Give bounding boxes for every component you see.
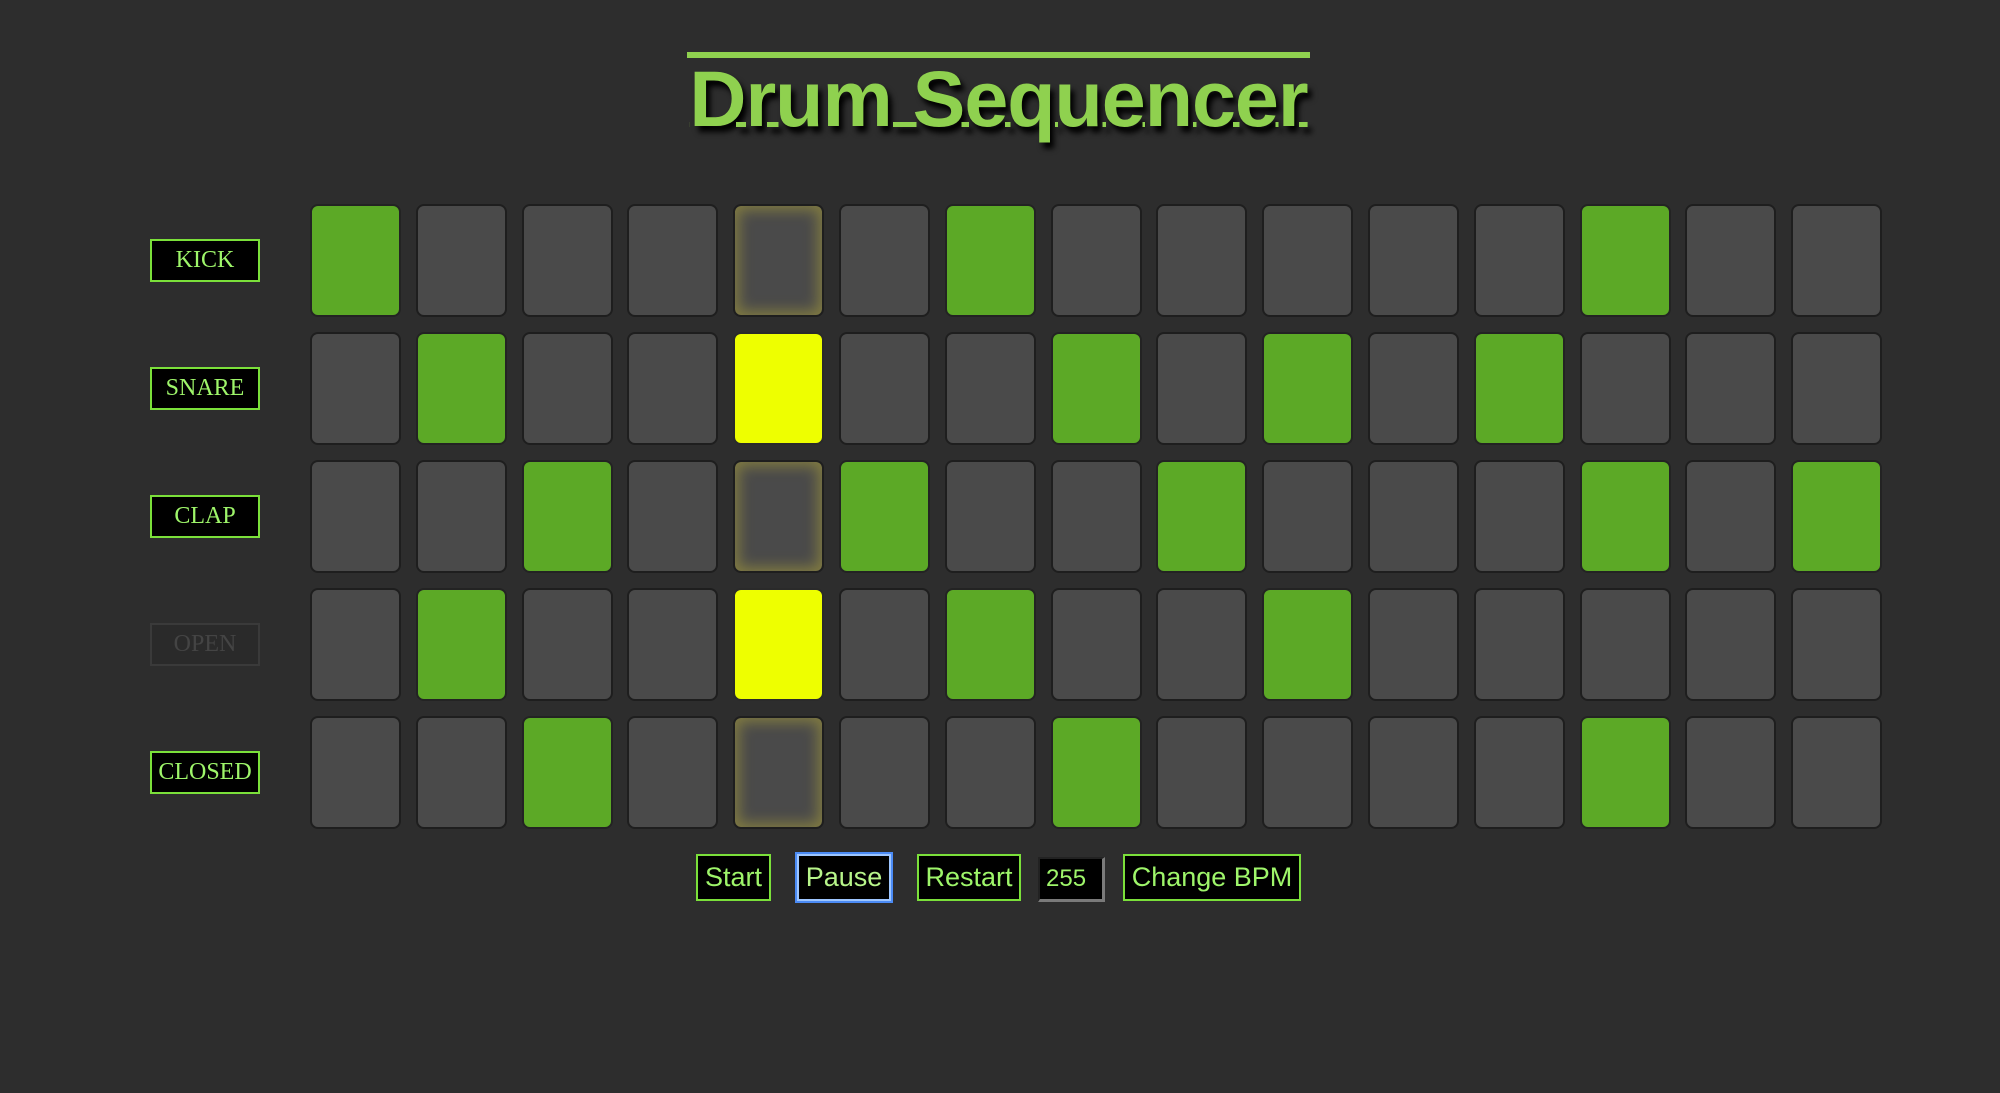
step-pad-open-1[interactable] (310, 588, 401, 701)
track-label-closed[interactable]: CLOSED (150, 751, 260, 794)
step-pad-clap-13[interactable] (1580, 460, 1671, 573)
step-pad-closed-5[interactable] (733, 716, 824, 829)
step-pad-snare-3[interactable] (522, 332, 613, 445)
step-pad-open-11[interactable] (1368, 588, 1459, 701)
track-label-clap[interactable]: CLAP (150, 495, 260, 538)
step-pad-kick-12[interactable] (1474, 204, 1565, 317)
start-button[interactable]: Start (696, 854, 771, 901)
step-pad-clap-4[interactable] (627, 460, 718, 573)
step-pad-kick-14[interactable] (1685, 204, 1776, 317)
step-pad-snare-7[interactable] (945, 332, 1036, 445)
step-pad-closed-4[interactable] (627, 716, 718, 829)
bpm-input[interactable] (1038, 857, 1105, 902)
step-pad-open-9[interactable] (1156, 588, 1247, 701)
step-pad-open-4[interactable] (627, 588, 718, 701)
step-pad-kick-9[interactable] (1156, 204, 1247, 317)
step-pad-open-6[interactable] (839, 588, 930, 701)
step-pad-kick-3[interactable] (522, 204, 613, 317)
step-pad-clap-12[interactable] (1474, 460, 1565, 573)
step-pad-open-15[interactable] (1791, 588, 1882, 701)
step-pad-snare-11[interactable] (1368, 332, 1459, 445)
step-pad-clap-11[interactable] (1368, 460, 1459, 573)
step-pad-snare-14[interactable] (1685, 332, 1776, 445)
step-pad-clap-1[interactable] (310, 460, 401, 573)
restart-button[interactable]: Restart (917, 854, 1021, 901)
step-pad-open-14[interactable] (1685, 588, 1776, 701)
step-pad-kick-8[interactable] (1051, 204, 1142, 317)
step-pad-closed-10[interactable] (1262, 716, 1353, 829)
step-pad-snare-1[interactable] (310, 332, 401, 445)
step-pad-open-2[interactable] (416, 588, 507, 701)
track-label-kick[interactable]: KICK (150, 239, 260, 282)
step-pad-kick-4[interactable] (627, 204, 718, 317)
step-pad-closed-15[interactable] (1791, 716, 1882, 829)
step-pad-closed-13[interactable] (1580, 716, 1671, 829)
step-pad-kick-11[interactable] (1368, 204, 1459, 317)
step-pad-clap-10[interactable] (1262, 460, 1353, 573)
step-pad-snare-4[interactable] (627, 332, 718, 445)
track-label-open[interactable]: OPEN (150, 623, 260, 666)
step-pad-clap-8[interactable] (1051, 460, 1142, 573)
step-pad-kick-1[interactable] (310, 204, 401, 317)
step-pad-closed-6[interactable] (839, 716, 930, 829)
step-pad-kick-13[interactable] (1580, 204, 1671, 317)
track-label-snare[interactable]: SNARE (150, 367, 260, 410)
step-pad-open-7[interactable] (945, 588, 1036, 701)
step-pad-snare-9[interactable] (1156, 332, 1247, 445)
step-pad-clap-2[interactable] (416, 460, 507, 573)
step-pad-closed-2[interactable] (416, 716, 507, 829)
step-pad-kick-5[interactable] (733, 204, 824, 317)
step-pad-closed-3[interactable] (522, 716, 613, 829)
step-pad-closed-11[interactable] (1368, 716, 1459, 829)
step-pad-clap-5[interactable] (733, 460, 824, 573)
step-pad-snare-15[interactable] (1791, 332, 1882, 445)
change-bpm-button[interactable]: Change BPM (1123, 854, 1301, 901)
step-pad-clap-7[interactable] (945, 460, 1036, 573)
step-pad-open-5[interactable] (733, 588, 824, 701)
step-pad-clap-6[interactable] (839, 460, 930, 573)
step-pad-closed-12[interactable] (1474, 716, 1565, 829)
page-title: Drum Sequencer (687, 52, 1310, 140)
step-pad-snare-12[interactable] (1474, 332, 1565, 445)
step-pad-closed-9[interactable] (1156, 716, 1247, 829)
step-pad-clap-15[interactable] (1791, 460, 1882, 573)
step-pad-kick-15[interactable] (1791, 204, 1882, 317)
step-pad-snare-5[interactable] (733, 332, 824, 445)
step-pad-clap-14[interactable] (1685, 460, 1776, 573)
step-pad-closed-8[interactable] (1051, 716, 1142, 829)
step-pad-snare-2[interactable] (416, 332, 507, 445)
pause-button[interactable]: Pause (797, 854, 891, 901)
step-pad-open-3[interactable] (522, 588, 613, 701)
step-pad-snare-13[interactable] (1580, 332, 1671, 445)
sequencer-page: Drum Sequencer KICK SNARE CLAP OPEN CLOSED S… (0, 0, 2000, 1093)
step-pad-snare-8[interactable] (1051, 332, 1142, 445)
step-pad-open-12[interactable] (1474, 588, 1565, 701)
step-pad-clap-9[interactable] (1156, 460, 1247, 573)
step-pad-clap-3[interactable] (522, 460, 613, 573)
step-pad-open-13[interactable] (1580, 588, 1671, 701)
step-pad-kick-6[interactable] (839, 204, 930, 317)
step-pad-kick-7[interactable] (945, 204, 1036, 317)
step-pad-snare-6[interactable] (839, 332, 930, 445)
step-pad-open-8[interactable] (1051, 588, 1142, 701)
step-pad-kick-2[interactable] (416, 204, 507, 317)
step-pad-closed-7[interactable] (945, 716, 1036, 829)
step-pad-open-10[interactable] (1262, 588, 1353, 701)
step-pad-snare-10[interactable] (1262, 332, 1353, 445)
step-pad-kick-10[interactable] (1262, 204, 1353, 317)
step-pad-closed-14[interactable] (1685, 716, 1776, 829)
step-pad-closed-1[interactable] (310, 716, 401, 829)
